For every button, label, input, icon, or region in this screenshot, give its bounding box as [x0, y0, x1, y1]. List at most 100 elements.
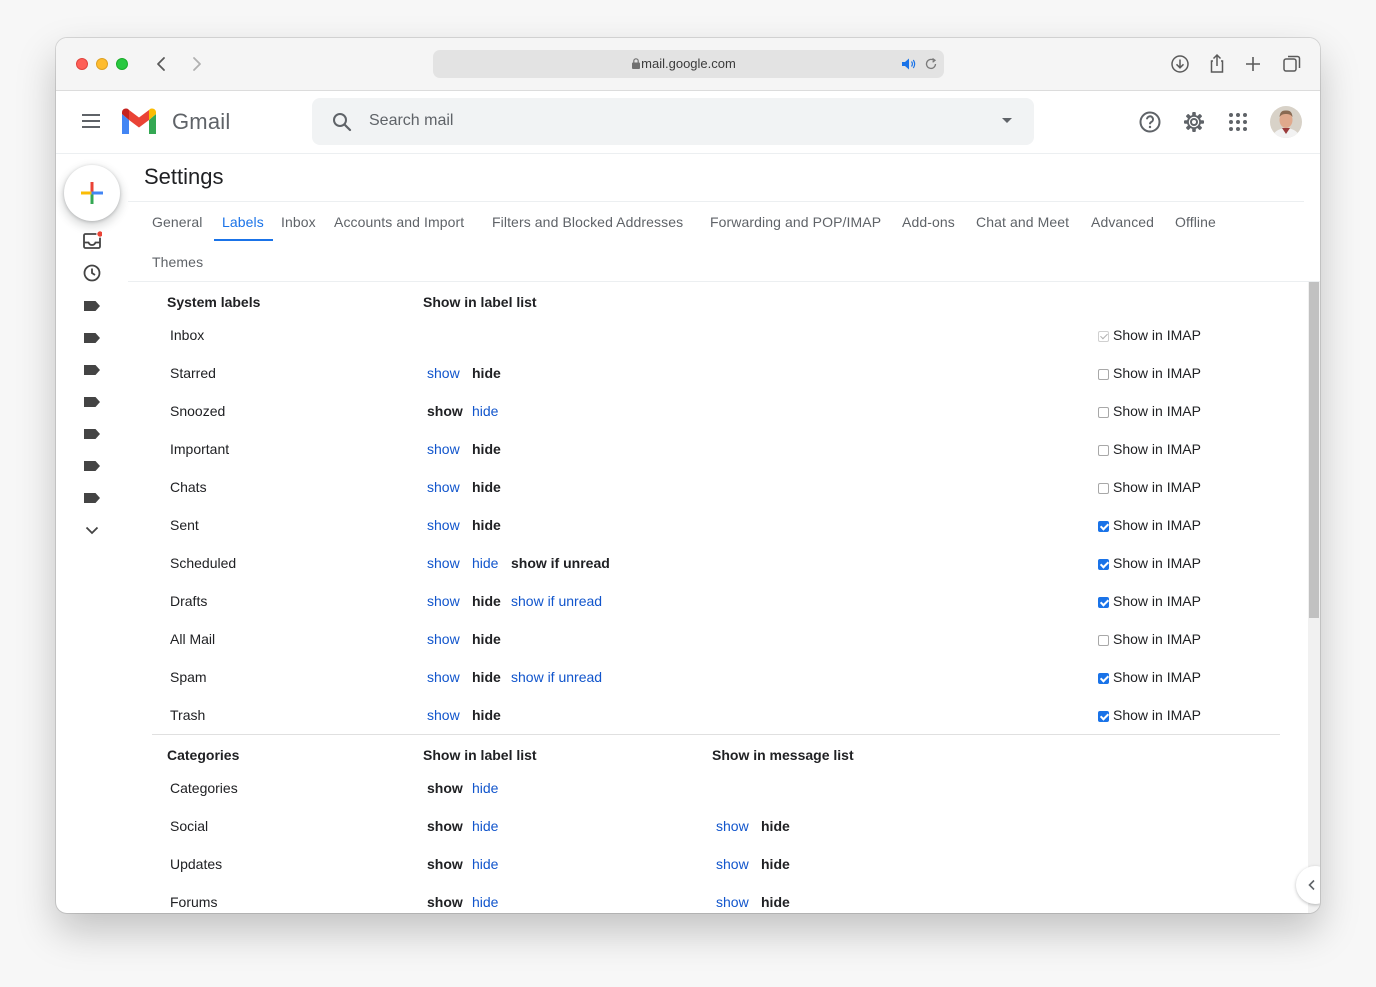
- imap-checkbox[interactable]: [1098, 673, 1109, 684]
- imap-toggle[interactable]: Show in IMAP: [1098, 403, 1201, 419]
- imap-checkbox[interactable]: [1098, 559, 1109, 570]
- search-input[interactable]: Search mail: [369, 112, 453, 130]
- divider: [128, 281, 1320, 282]
- label-name: Snoozed: [170, 403, 226, 419]
- new-tab-icon[interactable]: [1241, 52, 1265, 76]
- show-selected: show: [427, 856, 463, 872]
- show-link[interactable]: show: [427, 517, 460, 533]
- label-icon[interactable]: [82, 392, 102, 412]
- imap-checkbox[interactable]: [1098, 635, 1109, 646]
- tab-themes[interactable]: Themes: [152, 254, 203, 270]
- category-name: Forums: [170, 894, 218, 910]
- tab-forwarding-pop-imap[interactable]: Forwarding and POP/IMAP: [710, 214, 881, 230]
- label-icon[interactable]: [82, 488, 102, 508]
- hide-link[interactable]: hide: [472, 894, 498, 910]
- downloads-icon[interactable]: [1168, 52, 1192, 76]
- close-window-button[interactable]: [76, 58, 88, 70]
- clock-icon[interactable]: [82, 263, 102, 283]
- imap-toggle[interactable]: Show in IMAP: [1098, 365, 1201, 381]
- gear-icon[interactable]: [1181, 109, 1207, 135]
- show-link[interactable]: show: [427, 479, 460, 495]
- back-arrow-icon[interactable]: [150, 52, 174, 76]
- speaker-icon[interactable]: [901, 57, 917, 71]
- imap-checkbox[interactable]: [1098, 597, 1109, 608]
- tab-chat-and-meet[interactable]: Chat and Meet: [976, 214, 1069, 230]
- imap-checkbox[interactable]: [1098, 521, 1109, 532]
- imap-checkbox[interactable]: [1098, 483, 1109, 494]
- search-bar[interactable]: Search mail: [312, 98, 1034, 145]
- label-icon[interactable]: [82, 360, 102, 380]
- imap-toggle[interactable]: Show in IMAP: [1098, 707, 1201, 723]
- hide-link[interactable]: hide: [472, 818, 498, 834]
- tab-add-ons[interactable]: Add-ons: [902, 214, 955, 230]
- show-link[interactable]: show: [427, 555, 460, 571]
- inbox-icon[interactable]: [82, 231, 102, 251]
- imap-toggle[interactable]: Show in IMAP: [1098, 593, 1201, 609]
- tab-offline[interactable]: Offline: [1175, 214, 1216, 230]
- show-link[interactable]: show: [427, 365, 460, 381]
- message-list-hide-selected: hide: [761, 856, 790, 872]
- show-link[interactable]: show: [427, 593, 460, 609]
- message-list-show-link[interactable]: show: [716, 856, 749, 872]
- tab-overview-icon[interactable]: [1280, 52, 1304, 76]
- show-link[interactable]: show: [427, 669, 460, 685]
- chevron-down-icon[interactable]: [82, 520, 102, 540]
- tab-labels[interactable]: Labels: [222, 214, 264, 230]
- hide-link[interactable]: hide: [472, 856, 498, 872]
- hide-link[interactable]: hide: [472, 403, 498, 419]
- label-icon[interactable]: [82, 424, 102, 444]
- message-list-show-link[interactable]: show: [716, 894, 749, 910]
- imap-checkbox[interactable]: [1098, 407, 1109, 418]
- divider: [128, 201, 1304, 202]
- zoom-window-button[interactable]: [116, 58, 128, 70]
- show-if-unread-link[interactable]: show if unread: [511, 669, 602, 685]
- scrollbar-thumb[interactable]: [1309, 282, 1319, 618]
- imap-toggle[interactable]: Show in IMAP: [1098, 631, 1201, 647]
- tab-general[interactable]: General: [152, 214, 203, 230]
- imap-checkbox: [1098, 331, 1109, 342]
- compose-button[interactable]: [64, 165, 120, 221]
- imap-checkbox[interactable]: [1098, 445, 1109, 456]
- show-link[interactable]: show: [427, 441, 460, 457]
- tab-filters-and-blocked-addresses[interactable]: Filters and Blocked Addresses: [492, 214, 683, 230]
- minimize-window-button[interactable]: [96, 58, 108, 70]
- tab-inbox[interactable]: Inbox: [281, 214, 316, 230]
- reload-icon[interactable]: [924, 57, 938, 71]
- imap-toggle[interactable]: Show in IMAP: [1098, 517, 1201, 533]
- help-icon[interactable]: [1137, 109, 1163, 135]
- avatar[interactable]: [1270, 106, 1302, 138]
- label-name: Sent: [170, 517, 199, 533]
- label-icon[interactable]: [82, 296, 102, 316]
- profile-photo-icon: [1270, 106, 1302, 138]
- imap-checkbox[interactable]: [1098, 711, 1109, 722]
- show-if-unread-link[interactable]: show if unread: [511, 593, 602, 609]
- gmail-logo[interactable]: [120, 108, 158, 136]
- hide-link[interactable]: hide: [472, 780, 498, 796]
- search-icon[interactable]: [330, 110, 354, 134]
- apps-grid-icon[interactable]: [1225, 109, 1251, 135]
- search-options-dropdown-icon[interactable]: [1002, 118, 1012, 123]
- tab-accounts-and-import[interactable]: Accounts and Import: [334, 214, 464, 230]
- tab-advanced[interactable]: Advanced: [1091, 214, 1154, 230]
- label-icon[interactable]: [82, 328, 102, 348]
- show-link[interactable]: show: [427, 707, 460, 723]
- imap-checkbox[interactable]: [1098, 369, 1109, 380]
- system-labels-header: System labels: [167, 294, 261, 310]
- message-list-show-link[interactable]: show: [716, 818, 749, 834]
- forward-arrow-icon[interactable]: [184, 52, 208, 76]
- category-name: Categories: [170, 780, 238, 796]
- label-icon[interactable]: [82, 456, 102, 476]
- hide-link[interactable]: hide: [472, 555, 498, 571]
- share-icon[interactable]: [1205, 52, 1229, 76]
- imap-toggle[interactable]: Show in IMAP: [1098, 441, 1201, 457]
- label-name: Important: [170, 441, 230, 457]
- side-panel-toggle-button[interactable]: [1296, 866, 1320, 904]
- imap-toggle[interactable]: Show in IMAP: [1098, 479, 1201, 495]
- imap-toggle[interactable]: Show in IMAP: [1098, 669, 1201, 685]
- imap-toggle[interactable]: Show in IMAP: [1098, 555, 1201, 571]
- address-bar[interactable]: mail.google.com: [433, 50, 944, 78]
- hide-selected: hide: [472, 669, 501, 685]
- imap-toggle[interactable]: Show in IMAP: [1098, 327, 1201, 343]
- show-link[interactable]: show: [427, 631, 460, 647]
- main-menu-icon[interactable]: [80, 112, 102, 130]
